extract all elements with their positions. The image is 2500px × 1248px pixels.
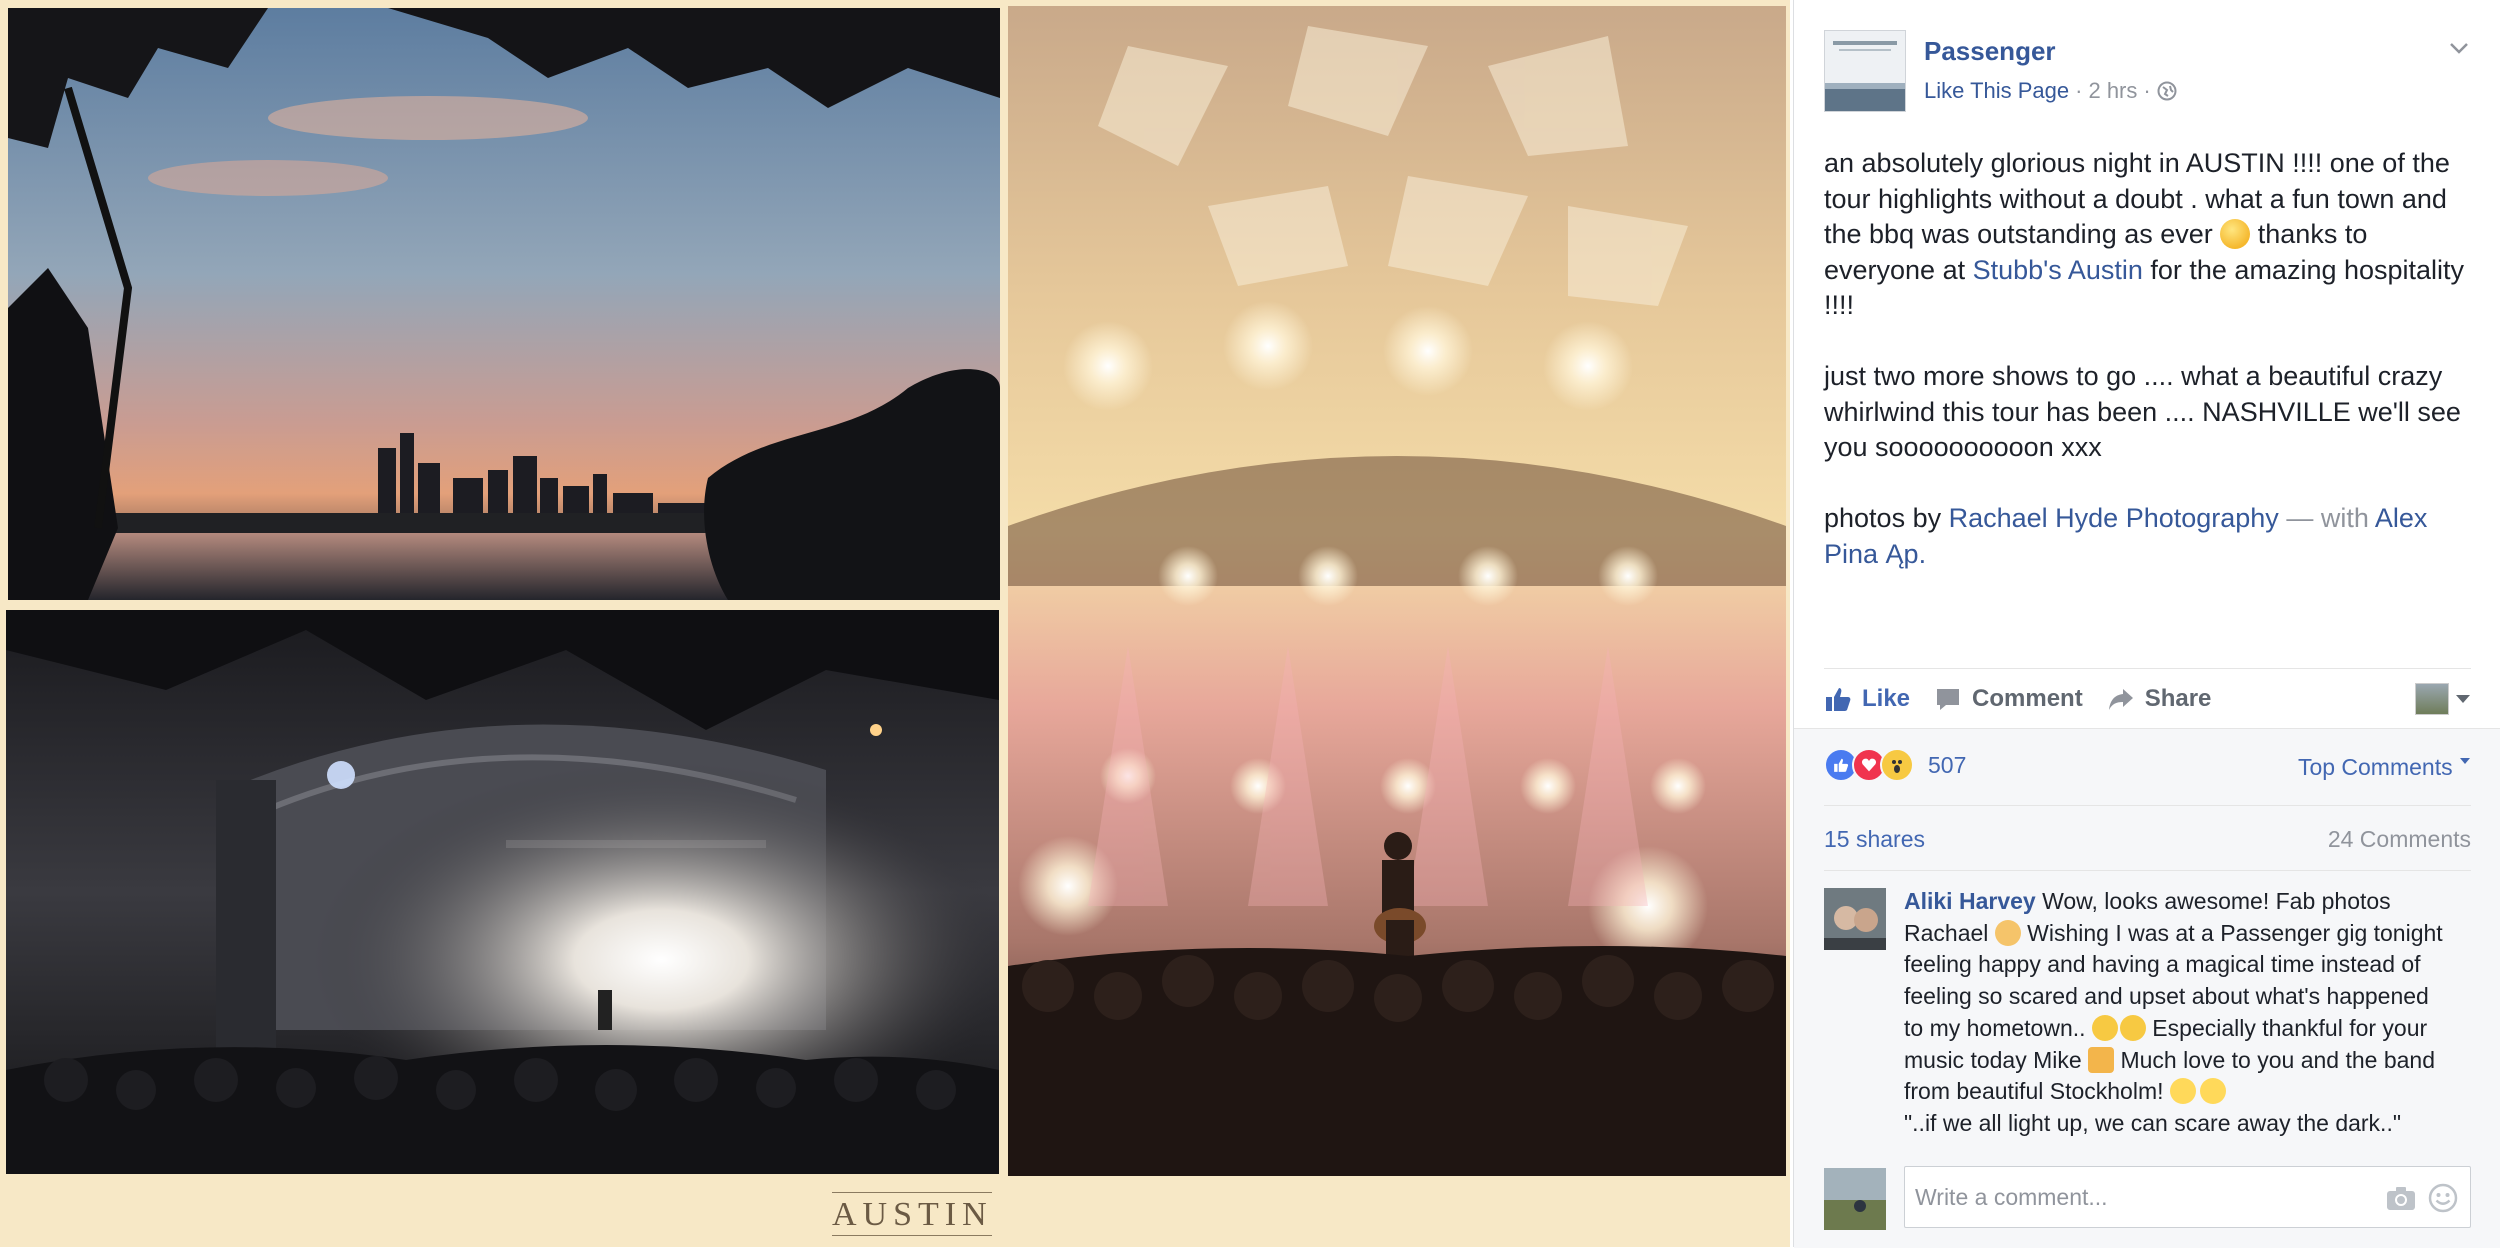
post-paragraph-3: photos by Rachael Hyde Photography — wit…: [1824, 503, 2428, 569]
page-avatar[interactable]: [1824, 30, 1906, 112]
post-panel: Passenger Like This Page · 2 hrs · an ab…: [1793, 0, 2500, 1248]
post-meta: Like This Page · 2 hrs ·: [1924, 78, 2177, 104]
caret-down-icon: [2460, 758, 2470, 764]
share-arrow-icon: [2108, 689, 2133, 710]
post-paragraph-2: just two more shows to go .... what a be…: [1824, 361, 2461, 462]
photo-austin-skyline[interactable]: [8, 8, 1000, 600]
chevron-down-icon[interactable]: [2447, 36, 2471, 60]
photo-amphitheater-stage[interactable]: [6, 610, 999, 1174]
photographer-link[interactable]: Rachael Hyde Photography: [1949, 503, 2279, 533]
like-page-link[interactable]: Like This Page: [1924, 78, 2069, 104]
meta-separator: ·: [2143, 78, 2151, 103]
stats-divider: [1824, 805, 2471, 806]
comments-divider: [1824, 870, 2471, 871]
comment-item: Aliki Harvey Wow, looks awesome! Fab pho…: [1824, 888, 2471, 1156]
shares-count-link[interactable]: 15 shares: [1824, 826, 1925, 853]
caret-down-icon: [2456, 695, 2470, 703]
reactions-count: 507: [1928, 751, 1967, 778]
collage-caption-austin: AUSTIN: [832, 1192, 992, 1236]
ok-hand-emoji-icon: [1994, 919, 2021, 946]
post-paragraph-1: an absolutely glorious night in AUSTIN !…: [1824, 148, 2465, 320]
stubbs-austin-link[interactable]: Stubb's Austin: [1973, 255, 2143, 285]
page-name-link[interactable]: Passenger: [1924, 36, 2056, 67]
comment-input[interactable]: [1905, 1167, 2365, 1227]
comments-count-link[interactable]: 24 Comments: [2328, 826, 2471, 853]
actions-divider: [1824, 668, 2471, 669]
commenter-name-link[interactable]: Aliki Harvey: [1904, 888, 2036, 914]
crying-face-emoji-icon: [2119, 1014, 2146, 1041]
emoji-smile-icon[interactable]: [2428, 1183, 2458, 1213]
praying-hands-emoji-icon: [2088, 1046, 2115, 1073]
comment-icon: [1937, 689, 1960, 710]
comment-body: Aliki Harvey Wow, looks awesome! Fab pho…: [1904, 888, 2443, 1136]
comment-composer: [1824, 1166, 2471, 1232]
commenter-avatar[interactable]: [1824, 888, 1886, 950]
sun-emoji-icon: [2169, 1078, 2196, 1105]
profile-thumbnail: [2415, 683, 2449, 715]
smile-emoji-icon: [2220, 219, 2251, 249]
wow-reaction-icon: [1880, 748, 1914, 782]
worried-face-emoji-icon: [2091, 1014, 2118, 1041]
post-as-selector[interactable]: [2415, 683, 2471, 715]
reactions-summary[interactable]: 507: [1824, 748, 1966, 782]
share-button[interactable]: Share: [2107, 685, 2211, 713]
like-button[interactable]: Like: [1824, 685, 1910, 713]
comment-button[interactable]: Comment: [1934, 685, 2083, 713]
sun-emoji-icon: [2199, 1078, 2226, 1105]
globe-icon[interactable]: [2157, 81, 2177, 101]
viewer-avatar: [1824, 1168, 1886, 1230]
post-message: an absolutely glorious night in AUSTIN !…: [1824, 146, 2474, 608]
meta-separator: ·: [2075, 78, 2083, 103]
top-comments-sort[interactable]: Top Comments: [2298, 754, 2471, 781]
photo-collage[interactable]: AUSTIN: [0, 0, 1790, 1247]
photo-performer-on-stage[interactable]: [1008, 6, 1786, 1176]
post-actions-bar: Like Comment Share: [1824, 680, 2471, 718]
post-timestamp[interactable]: 2 hrs: [2088, 78, 2137, 104]
comment-input-box[interactable]: [1904, 1166, 2471, 1228]
camera-icon[interactable]: [2386, 1185, 2416, 1211]
thumbs-up-icon: [1826, 688, 1851, 711]
